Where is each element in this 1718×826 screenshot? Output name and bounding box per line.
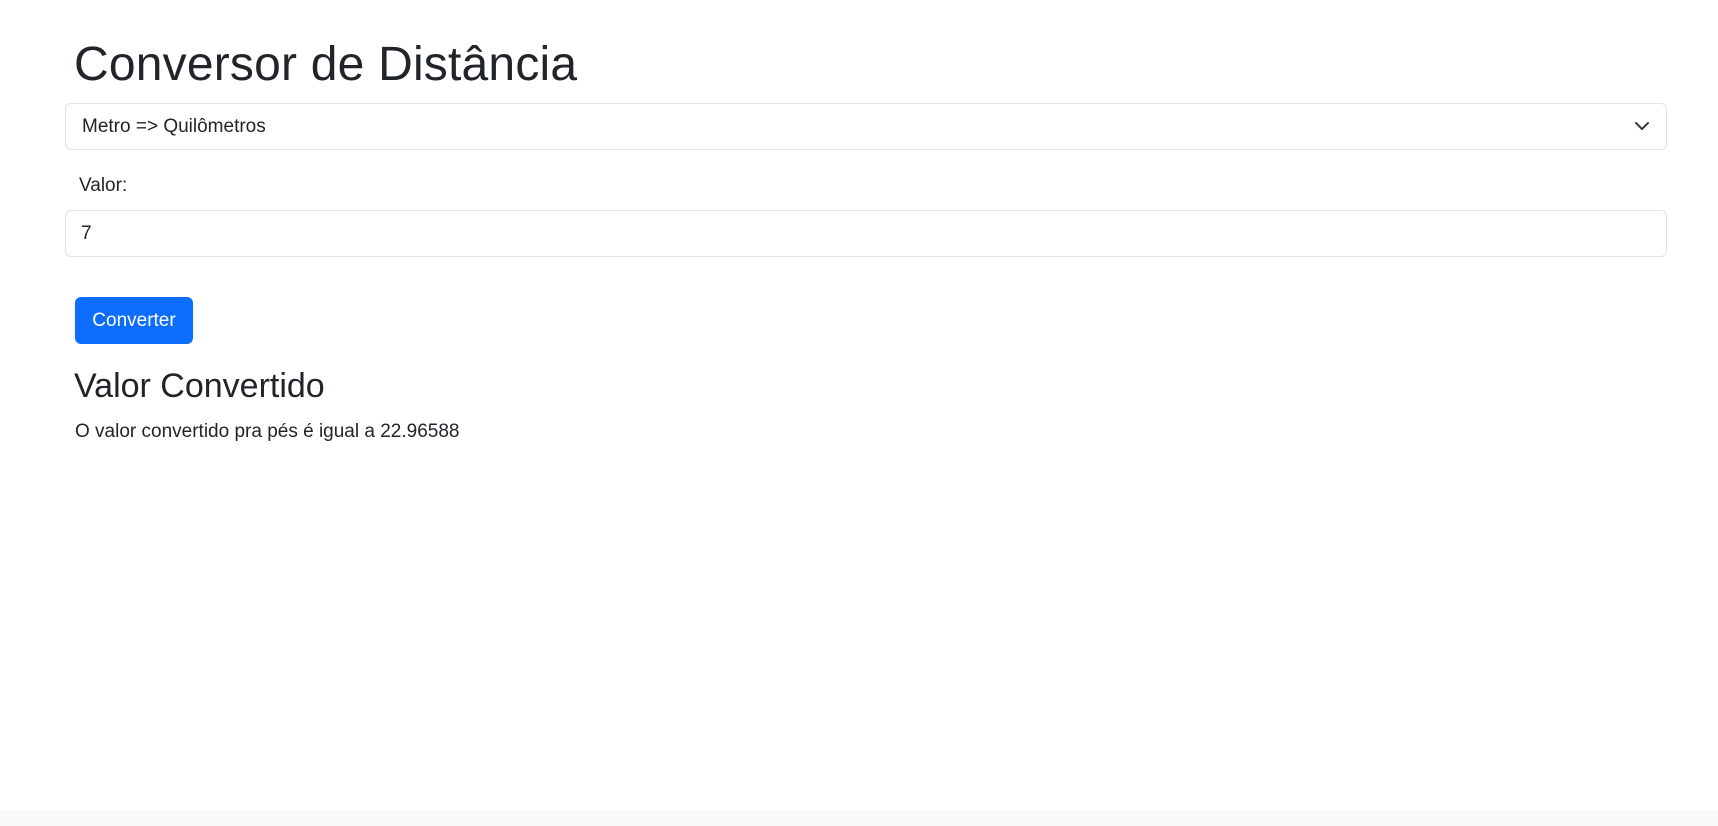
chevron-down-icon [1635,122,1649,130]
convert-button[interactable]: Converter [75,297,193,344]
value-label: Valor: [79,175,128,196]
value-input[interactable] [65,210,1667,257]
page-title: Conversor de Distância [74,38,578,91]
page: Conversor de Distância Metro => Quilômet… [0,0,1718,810]
result-title: Valor Convertido [74,367,325,405]
result-text: O valor convertido pra pés é igual a 22.… [75,421,460,442]
footer-band [0,810,1718,826]
conversion-select[interactable]: Metro => Quilômetros [65,103,1667,150]
conversion-select-value: Metro => Quilômetros [82,116,266,137]
